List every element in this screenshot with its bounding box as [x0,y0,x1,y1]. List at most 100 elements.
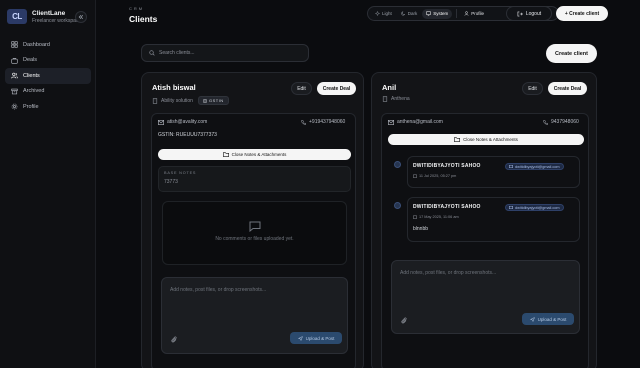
client-email-text: atish@avality.com [167,119,208,125]
profile-button[interactable]: Profile [460,9,488,19]
sidebar-item-archived[interactable]: Archived [5,84,91,100]
logout-button[interactable]: Logout [506,6,552,21]
top-header: CRM Clients Light Dark System Profile Lo… [96,0,640,30]
users-icon [11,72,18,79]
gear-icon [11,103,18,110]
search-placeholder: Search clients... [159,50,195,56]
user-icon [464,11,469,16]
theme-dark-button[interactable]: Dark [397,9,422,19]
composer-placeholder: Add notes, post files, or drop screensho… [400,270,497,276]
theme-system-button[interactable]: System [422,8,453,19]
client-company-name: Ability solution [161,97,193,104]
edit-client-button[interactable]: Edit [291,82,312,95]
toggle-notes-label: Close Notes & Attachments [463,137,518,142]
mail-icon [509,206,513,209]
mail-icon [388,119,394,125]
base-notes-value: 73773 [164,179,178,185]
sidebar-item-profile[interactable]: Profile [5,99,91,115]
sidebar-item-label: Clients [23,72,40,79]
theme-system-label: System [433,11,449,16]
breadcrumb: CRM [129,6,145,11]
note-time-text: 17 May 2025, 11:06 am [419,215,459,219]
client-company: Anthena [382,96,410,102]
collapse-sidebar-button[interactable] [75,11,87,23]
client-details-panel: atish@avality.com +919437948060 GSTIN: R… [151,113,356,368]
upload-post-button[interactable]: Upload & Post [290,332,342,344]
building-icon [152,97,158,104]
note-composer[interactable]: Add notes, post files, or drop screensho… [391,260,580,334]
sidebar-item-dashboard[interactable]: Dashboard [5,37,91,53]
gstin-badge-label: GSTIN [208,98,224,103]
gstin-badge: GSTIN [197,96,229,105]
edit-client-button[interactable]: Edit [522,82,543,95]
toggle-notes-button[interactable]: Close Notes & Attachments [388,134,584,145]
base-notes-box: BASE NOTES 73773 [158,166,351,192]
folder-icon [454,137,461,142]
upload-post-label: Upload & Post [305,335,335,341]
divider [456,9,458,18]
toggle-notes-button[interactable]: Close Notes & Attachments [158,149,351,160]
paperclip-icon[interactable] [171,336,177,343]
calendar-icon [413,215,417,219]
upload-post-button[interactable]: Upload & Post [522,313,574,325]
send-icon [529,316,535,322]
main-content: Search clients... Create client Atish bi… [141,36,597,368]
note-item: DWITIDIBYAJYOTI SAHOO dwitidibyajyoti@gm… [407,197,580,242]
logout-icon [517,11,523,16]
note-timestamp: 11 Jul 2025, 05:27 pm [413,174,456,178]
app-root: CL ClientLane Freelancer workspace Dashb… [0,0,640,368]
page-title: Clients [129,14,158,24]
client-company: Ability solution GSTIN [152,96,229,105]
brand-logo: CL [7,9,27,24]
client-phone-text: 9437948060 [551,119,579,125]
empty-state-text: No comments or files uploaded yet. [215,236,294,242]
phone-icon [543,119,548,125]
sidebar: CL ClientLane Freelancer workspace Dashb… [0,0,96,368]
calendar-icon [413,174,417,178]
sidebar-item-label: Dashboard [23,41,50,48]
client-phone[interactable]: +919437948060 [301,119,345,125]
create-deal-button[interactable]: Create Deal [548,82,587,95]
client-email[interactable]: atish@avality.com [158,119,207,125]
note-composer[interactable]: Add notes, post files, or drop screensho… [161,277,348,354]
note-author: DWITIDIBYAJYOTI SAHOO [413,163,481,169]
header-create-client-button[interactable]: + Create client [556,6,608,21]
client-card: Anil Anthena Edit Create Deal anthena@gm… [371,72,597,368]
sidebar-item-clients[interactable]: Clients [5,68,91,84]
create-deal-button[interactable]: Create Deal [317,82,356,95]
note-author-avatar [394,161,401,168]
sidebar-item-deals[interactable]: Deals [5,53,91,69]
brand[interactable]: CL ClientLane Freelancer workspace [7,9,81,24]
client-email[interactable]: anthena@gmail.com [388,119,443,125]
client-email-text: anthena@gmail.com [397,119,443,125]
client-details-panel: anthena@gmail.com 9437948060 Close Notes… [381,113,589,368]
notes-empty-state: No comments or files uploaded yet. [162,201,347,265]
folder-icon [222,152,229,157]
client-name: Anil [382,83,397,92]
note-timestamp: 17 May 2025, 11:06 am [413,215,459,219]
moon-icon [401,11,406,16]
client-company-name: Anthena [391,96,410,102]
paperclip-icon[interactable] [401,317,407,324]
sidebar-item-label: Deals [23,57,38,64]
theme-light-label: Light [382,11,392,16]
note-author: DWITIDIBYAJYOTI SAHOO [413,204,481,210]
theme-light-button[interactable]: Light [371,9,396,19]
document-icon [203,98,207,103]
upload-post-label: Upload & Post [537,316,567,322]
client-gstin: GSTIN: RUEUUU7377373 [158,132,217,138]
create-client-button[interactable]: Create client [546,44,597,63]
message-icon [249,221,261,232]
base-notes-label: BASE NOTES [164,171,197,175]
search-input[interactable]: Search clients... [141,44,309,62]
note-author-avatar [394,202,401,209]
phone-icon [301,119,306,125]
client-card: Atish biswal Ability solution GSTIN Edit… [141,72,364,368]
note-item: DWITIDIBYAJYOTI SAHOO dwitidibyajyoti@gm… [407,156,580,188]
client-phone[interactable]: 9437948060 [543,119,579,125]
note-email-chip: dwitidibyajyoti@gmail.com [505,204,564,211]
brand-name: ClientLane [32,9,66,17]
sun-icon [375,11,380,16]
search-icon [149,50,155,56]
note-time-text: 11 Jul 2025, 05:27 pm [419,174,457,178]
